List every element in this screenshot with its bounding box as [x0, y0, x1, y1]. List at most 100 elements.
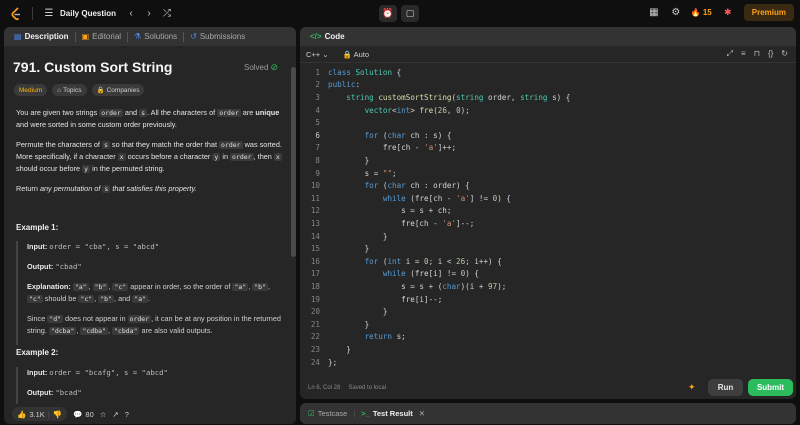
premium-button[interactable]: Premium	[743, 4, 794, 21]
editor-status: Ln 6, Col 28 Saved to local	[308, 385, 386, 391]
debug-icon[interactable]: ✦	[688, 382, 696, 393]
description-scrollbar[interactable]	[291, 67, 296, 257]
code-line: 10 for (char ch : order) {	[310, 181, 470, 191]
tab-editorial[interactable]: ▣ Editorial	[78, 32, 125, 41]
lock-icon: 🔒	[342, 49, 352, 59]
streak-counter[interactable]: 🔥 15	[691, 8, 712, 17]
tab-test-result[interactable]: >_ Test Result ✕	[361, 409, 425, 418]
layout-grid-icon[interactable]: ▦	[647, 6, 661, 20]
terminal-icon: >_	[361, 409, 370, 418]
bookmark-icon[interactable]: ⊓	[754, 49, 760, 59]
code-line: 6 for (char ch : s) {	[315, 130, 452, 140]
code-brackets-icon: </>	[310, 32, 322, 41]
example-1-block: Input: order = "cba", s = "abcd" Output:…	[16, 241, 284, 345]
notes-icon[interactable]: ▢	[401, 5, 419, 22]
code-line: 16 for (int i = 0; i < 26; i++) {	[310, 256, 502, 266]
code-line: 4 vector<int> fre(26, 0);	[315, 105, 470, 115]
submissions-icon: ↺	[190, 32, 197, 41]
tab-divider	[183, 31, 185, 42]
editor-toolbar: C++ ⌄ 🔒 Auto ⤢ ≡ ⊓ {} ↻	[300, 46, 796, 63]
tag-icon: ⌂	[57, 86, 62, 94]
description-footer: 👍 3.1K | 👎 💬 80 ☆ ↗ ?	[4, 404, 296, 424]
code-line: 15 }	[310, 244, 370, 254]
code-line: 5	[315, 118, 320, 128]
next-problem-icon[interactable]: ›	[142, 8, 156, 19]
code-line: 21 }	[310, 319, 370, 329]
thumbs-down-icon[interactable]: 👎	[53, 410, 62, 419]
comment-icon: 💬	[73, 409, 83, 419]
help-icon[interactable]: ?	[125, 410, 129, 419]
description-tabs: ▤ Description ▣ Editorial ⚗ Solutions ↺ …	[4, 27, 296, 46]
description-paragraph-3: Return any permutation of s that satisfi…	[16, 184, 197, 193]
settings-gear-icon[interactable]: ⚙	[669, 6, 683, 20]
code-line: 14 }	[310, 231, 388, 241]
description-paragraph-1: You are given two strings order and s. A…	[16, 108, 280, 129]
description-paragraph-2: Permute the characters of s so that they…	[16, 140, 282, 173]
tab-divider	[74, 31, 76, 42]
code-line: 3 string customSortString(string order, …	[315, 92, 571, 102]
fire-icon: 🔥	[690, 8, 701, 17]
submit-button[interactable]: Submit	[748, 379, 793, 396]
tab-testcase[interactable]: ☑ Testcase	[308, 409, 347, 418]
save-status: Saved to local	[348, 385, 387, 391]
tab-submissions[interactable]: ↺ Submissions	[186, 32, 249, 41]
comments-button[interactable]: 💬 80	[73, 410, 94, 419]
close-icon[interactable]: ✕	[419, 409, 425, 418]
auto-mode-toggle[interactable]: 🔒 Auto	[343, 50, 369, 59]
code-line: 12 s = s + ch;	[310, 206, 452, 216]
run-button[interactable]: Run	[708, 379, 743, 396]
avatar-icon[interactable]: ✱	[720, 6, 736, 20]
example-2-block: Input: order = "bcafg", s = "abcd" Outpu…	[16, 367, 284, 407]
timer-icon[interactable]: ⏰	[379, 5, 397, 22]
code-line: 9 s = "";	[315, 168, 397, 178]
editorial-icon: ▣	[81, 32, 90, 41]
expand-icon[interactable]: ⤢	[727, 49, 733, 59]
tab-divider: |	[353, 409, 356, 418]
code-line: 1 class Solution {	[315, 67, 402, 77]
code-panel: </> Code C++ ⌄ 🔒 Auto ⤢ ≡ ⊓ {} ↻ 1 class …	[300, 27, 796, 399]
leetcode-logo-icon[interactable]	[9, 6, 23, 21]
checkbox-icon: ☑	[308, 409, 315, 418]
check-circle-icon: ⊘	[270, 62, 278, 72]
code-line: 20 }	[310, 307, 388, 317]
tab-solutions[interactable]: ⚗ Solutions	[130, 32, 181, 41]
code-line: 18 s = s + (char)(i + 97);	[310, 281, 507, 291]
tab-divider	[127, 31, 129, 42]
example-1-title: Example 1:	[16, 223, 59, 232]
code-line: 8 }	[315, 155, 370, 165]
companies-chip[interactable]: 🔒 Companies	[91, 84, 145, 96]
solved-status: Solved ⊘	[243, 62, 278, 72]
language-select[interactable]: C++ ⌄	[306, 50, 329, 59]
topics-chip[interactable]: ⌂ Topics	[52, 84, 87, 96]
problem-list-icon[interactable]: ☰	[42, 7, 56, 21]
example-2-title: Example 2:	[16, 348, 59, 357]
tab-description[interactable]: ▤ Description	[10, 32, 73, 41]
code-tabs: </> Code	[300, 27, 796, 46]
code-line: 11 while (fre[ch - 'a'] != 0) {	[310, 193, 511, 203]
code-line: 7 fre[ch - 'a']++;	[315, 143, 457, 153]
prev-problem-icon[interactable]: ‹	[124, 8, 138, 19]
code-line: 2 public:	[315, 80, 361, 90]
code-line: 23 }	[310, 344, 351, 354]
like-count: 3.1K	[29, 409, 45, 419]
divider	[32, 7, 33, 20]
tab-code[interactable]: </> Code	[306, 32, 349, 41]
code-line: 13 fre[ch - 'a']--;	[310, 218, 475, 228]
format-icon[interactable]: ≡	[741, 49, 746, 59]
code-line: 22 return s;	[310, 332, 406, 342]
like-dislike-group: 👍 3.1K | 👎	[12, 407, 68, 421]
cursor-position: Ln 6, Col 28	[308, 385, 341, 391]
star-icon[interactable]: ☆	[100, 410, 107, 419]
shuffle-icon[interactable]: ⤮	[160, 8, 174, 19]
code-line: 17 while (fre[i] != 0) {	[310, 269, 479, 279]
reset-icon[interactable]: ↻	[781, 49, 788, 59]
thumbs-up-icon[interactable]: 👍	[17, 410, 26, 419]
braces-icon[interactable]: {}	[768, 49, 773, 59]
test-panel: ☑ Testcase | >_ Test Result ✕	[300, 403, 796, 424]
daily-question-title[interactable]: Daily Question	[60, 9, 116, 18]
code-editor[interactable]: 1 class Solution { 2 public: 3 string cust…	[300, 66, 796, 370]
description-panel: ▤ Description ▣ Editorial ⚗ Solutions ↺ …	[4, 27, 296, 424]
share-icon[interactable]: ↗	[113, 410, 119, 419]
code-line: 24};	[310, 357, 338, 367]
description-icon: ▤	[14, 32, 22, 41]
